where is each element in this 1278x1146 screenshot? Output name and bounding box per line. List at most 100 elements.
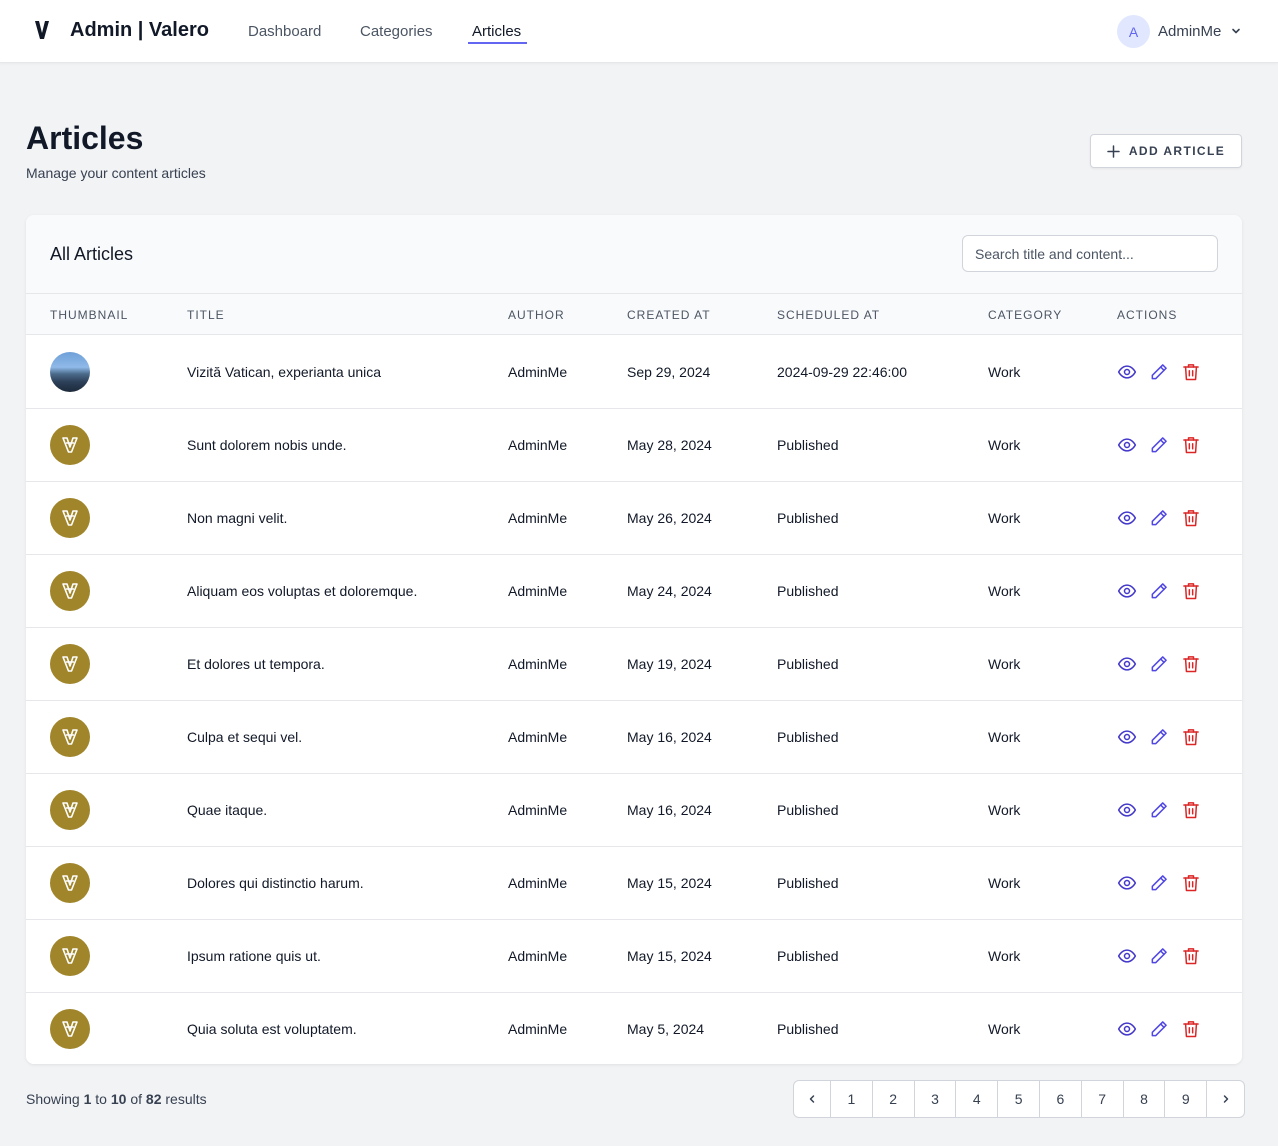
cell-author: AdminMe (508, 437, 568, 453)
chevron-down-icon[interactable] (1230, 25, 1242, 37)
cell-author: AdminMe (508, 583, 568, 599)
delete-icon[interactable] (1181, 873, 1201, 893)
plus-icon (1107, 144, 1120, 158)
results-to: 10 (110, 1091, 127, 1107)
article-thumbnail-logo (50, 498, 90, 538)
view-icon[interactable] (1117, 727, 1137, 747)
view-icon[interactable] (1117, 873, 1137, 893)
pagination-next-button[interactable] (1207, 1081, 1244, 1117)
edit-icon[interactable] (1149, 654, 1169, 674)
cell-created-at: Sep 29, 2024 (627, 364, 711, 380)
cell-title: Dolores qui distinctio harum. (187, 875, 364, 891)
table-row: Quia soluta est voluptatem. AdminMe May 5,… (26, 993, 1242, 1064)
cell-title: Quae itaque. (187, 802, 268, 818)
page-3-button[interactable]: 3 (915, 1081, 957, 1117)
delete-icon[interactable] (1181, 508, 1201, 528)
view-icon[interactable] (1117, 362, 1137, 382)
cell-category: Work (988, 437, 1021, 453)
delete-icon[interactable] (1181, 727, 1201, 747)
chevron-right-icon (1223, 1095, 1228, 1103)
page-8-button[interactable]: 8 (1124, 1081, 1166, 1117)
add-article-button[interactable]: ADD ARTICLE (1090, 134, 1242, 168)
cell-category: Work (988, 948, 1021, 964)
results-from: 1 (83, 1091, 92, 1107)
delete-icon[interactable] (1181, 435, 1201, 455)
cell-scheduled-at: 2024-09-29 22:46:00 (777, 364, 907, 380)
edit-icon[interactable] (1149, 800, 1169, 820)
cell-category: Work (988, 729, 1021, 745)
cell-scheduled-at: Published (777, 1021, 839, 1037)
cell-category: Work (988, 583, 1021, 599)
delete-icon[interactable] (1181, 654, 1201, 674)
pagination-prev-button[interactable] (794, 1081, 831, 1117)
view-icon[interactable] (1117, 946, 1137, 966)
view-icon[interactable] (1117, 508, 1137, 528)
cell-created-at: May 24, 2024 (627, 583, 712, 599)
page-2-button[interactable]: 2 (873, 1081, 915, 1117)
cell-title: Aliquam eos voluptas et doloremque. (187, 583, 418, 599)
view-icon[interactable] (1117, 800, 1137, 820)
article-thumbnail-image (50, 352, 90, 392)
page-5-button[interactable]: 5 (998, 1081, 1040, 1117)
cell-scheduled-at: Published (777, 583, 839, 599)
page-6-button[interactable]: 6 (1040, 1081, 1082, 1117)
article-thumbnail-logo (50, 717, 90, 757)
delete-icon[interactable] (1181, 946, 1201, 966)
page-9-button[interactable]: 9 (1165, 1081, 1208, 1117)
cell-category: Work (988, 802, 1021, 818)
edit-icon[interactable] (1149, 362, 1169, 382)
user-menu-name[interactable]: AdminMe (1158, 23, 1221, 40)
view-icon[interactable] (1117, 435, 1137, 455)
article-thumbnail-logo (50, 863, 90, 903)
cell-created-at: May 16, 2024 (627, 729, 712, 745)
delete-icon[interactable] (1181, 581, 1201, 601)
delete-icon[interactable] (1181, 800, 1201, 820)
view-icon[interactable] (1117, 654, 1137, 674)
table-row: Sunt dolorem nobis unde. AdminMe May 28, 2… (26, 409, 1242, 482)
article-thumbnail-logo (50, 644, 90, 684)
edit-icon[interactable] (1149, 581, 1169, 601)
nav-dashboard[interactable]: Dashboard (248, 23, 321, 40)
edit-icon[interactable] (1149, 946, 1169, 966)
column-header-author: AUTHOR (508, 308, 565, 322)
page-4-button[interactable]: 4 (956, 1081, 999, 1117)
chevron-left-icon (809, 1095, 815, 1103)
edit-icon[interactable] (1149, 435, 1169, 455)
delete-icon[interactable] (1181, 362, 1201, 382)
edit-icon[interactable] (1149, 508, 1169, 528)
cell-scheduled-at: Published (777, 656, 839, 672)
table-row: Aliquam eos voluptas et doloremque. Admin… (26, 555, 1242, 628)
cell-category: Work (988, 875, 1021, 891)
cell-created-at: May 16, 2024 (627, 802, 712, 818)
brand-title[interactable]: Admin | Valero (70, 19, 209, 42)
results-prefix: Showing (26, 1091, 80, 1107)
cell-author: AdminMe (508, 875, 568, 891)
nav-articles[interactable]: Articles (472, 23, 521, 40)
cell-scheduled-at: Published (777, 948, 839, 964)
add-article-label: ADD ARTICLE (1128, 144, 1226, 158)
page-1-button[interactable]: 1 (831, 1081, 873, 1117)
edit-icon[interactable] (1149, 1019, 1169, 1039)
cell-created-at: May 5, 2024 (627, 1021, 705, 1037)
cell-author: AdminMe (508, 802, 568, 818)
results-to-word: to (95, 1091, 107, 1107)
cell-scheduled-at: Published (777, 802, 839, 818)
cell-scheduled-at: Published (777, 510, 839, 526)
nav-active-indicator (468, 42, 527, 44)
view-icon[interactable] (1117, 1019, 1137, 1039)
search-input[interactable] (962, 235, 1218, 272)
page-7-button[interactable]: 7 (1082, 1081, 1124, 1117)
card-header: All Articles (26, 215, 1242, 294)
nav-categories[interactable]: Categories (360, 23, 433, 40)
cell-title: Vizită Vatican, experianta unica (187, 364, 382, 380)
valero-logo-icon[interactable] (34, 20, 50, 40)
avatar[interactable]: A (1117, 15, 1150, 48)
view-icon[interactable] (1117, 581, 1137, 601)
cell-author: AdminMe (508, 656, 568, 672)
edit-icon[interactable] (1149, 873, 1169, 893)
edit-icon[interactable] (1149, 727, 1169, 747)
delete-icon[interactable] (1181, 1019, 1201, 1039)
cell-author: AdminMe (508, 948, 568, 964)
cell-category: Work (988, 510, 1021, 526)
column-header-actions: ACTIONS (1117, 308, 1178, 322)
